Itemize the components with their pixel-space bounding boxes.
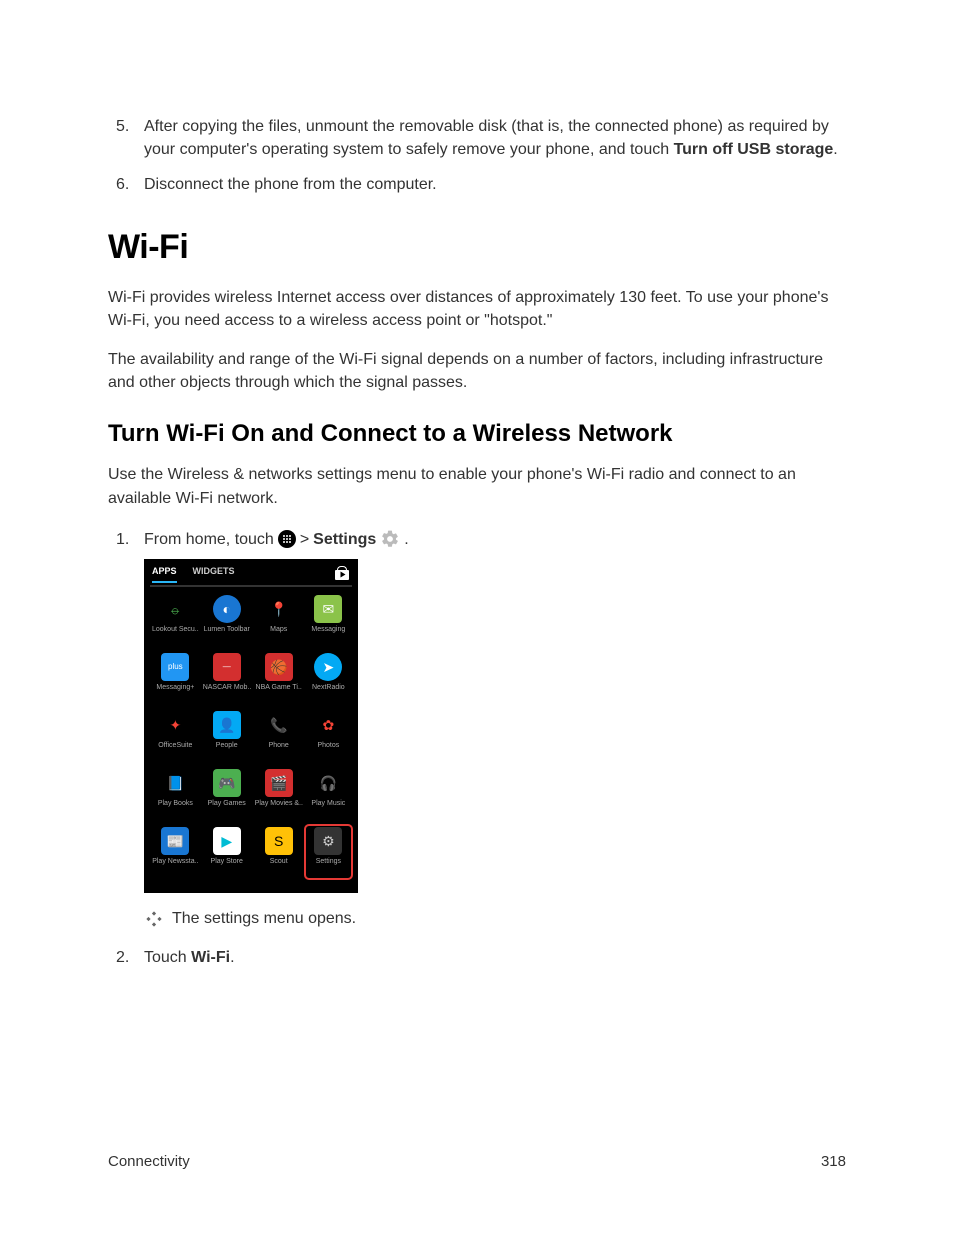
app-icon: 📘 <box>161 769 189 797</box>
app-label: Messaging <box>311 625 345 635</box>
app-label: Play Games <box>208 799 246 809</box>
phone-screenshot: APPS WIDGETS ⦵ Lookout Secu.. ◐ Lumen Toolb… <box>144 559 358 893</box>
num: 6. <box>116 173 129 196</box>
app-icon: 🏀 <box>265 653 293 681</box>
app-item: ➤ NextRadio <box>307 653 350 709</box>
para-wifi-1: Wi-Fi provides wireless Internet access … <box>108 286 846 332</box>
app-item: ⚙ Settings <box>304 824 353 880</box>
app-item: ✉ Messaging <box>307 595 350 651</box>
app-item: 🎬 Play Movies &.. <box>255 769 303 825</box>
app-icon: ✿ <box>314 711 342 739</box>
app-item: 📘 Play Books <box>152 769 199 825</box>
app-item: ⦵ Lookout Secu.. <box>152 595 199 651</box>
app-icon: ⦵ <box>161 595 189 623</box>
list-item-6: 6. Disconnect the phone from the compute… <box>108 173 846 196</box>
app-icon: plus <box>161 653 189 681</box>
app-item: plus Messaging+ <box>152 653 199 709</box>
post: . <box>833 141 837 158</box>
app-label: OfficeSuite <box>158 741 192 751</box>
app-item: 👤 People <box>203 711 251 767</box>
heading-wifi: Wi-Fi <box>108 223 846 272</box>
app-label: Play Movies &.. <box>255 799 303 809</box>
post: . <box>230 949 234 966</box>
footer-right: 318 <box>821 1153 846 1170</box>
app-label: Play Books <box>158 799 193 809</box>
app-label: Settings <box>316 857 341 867</box>
app-label: NASCAR Mob.. <box>203 683 251 693</box>
app-icon: 📍 <box>265 595 293 623</box>
app-label: Play Newssta.. <box>152 857 198 867</box>
app-label: Lumen Toolbar <box>204 625 250 635</box>
app-item: ◐ Lumen Toolbar <box>203 595 251 651</box>
step-1: 1. From home, touch > Settings <box>108 528 846 930</box>
text: Disconnect the phone from the computer. <box>144 176 437 193</box>
app-icon: 🎮 <box>213 769 241 797</box>
app-item: 📞 Phone <box>255 711 303 767</box>
app-label: NBA Game Ti.. <box>256 683 302 693</box>
app-item: ✦ OfficeSuite <box>152 711 199 767</box>
text-pre: From home, touch <box>144 528 274 551</box>
app-item: 🎧 Play Music <box>307 769 350 825</box>
app-icon: 🎬 <box>265 769 293 797</box>
app-item: ✿ Photos <box>307 711 350 767</box>
app-icon: 📰 <box>161 827 189 855</box>
app-item: ▶ Play Store <box>203 827 251 883</box>
step-2: 2. Touch Wi-Fi. <box>108 946 846 969</box>
heading-turn-wifi: Turn Wi-Fi On and Connect to a Wireless … <box>108 417 846 452</box>
tab-apps: APPS <box>152 565 177 583</box>
list-item-5: 5. After copying the files, unmount the … <box>108 115 846 161</box>
footer-left: Connectivity <box>108 1153 190 1170</box>
app-label: People <box>216 741 238 751</box>
app-icon: ◐ <box>213 595 241 623</box>
apps-grid: ⦵ Lookout Secu.. ◐ Lumen Toolbar 📍 Maps ✉ Messa… <box>150 587 352 883</box>
app-label: Play Music <box>311 799 345 809</box>
app-icon: ➤ <box>314 653 342 681</box>
app-item: S Scout <box>255 827 303 883</box>
app-label: Photos <box>317 741 339 751</box>
bold: Turn off USB storage <box>674 141 834 158</box>
app-icon: 🎧 <box>314 769 342 797</box>
gear-icon <box>380 529 400 549</box>
app-label: Maps <box>270 625 287 635</box>
app-icon: ✦ <box>161 711 189 739</box>
settings-label: Settings <box>313 528 376 551</box>
para-wifi-2: The availability and range of the Wi-Fi … <box>108 348 846 394</box>
app-item: 🎮 Play Games <box>203 769 251 825</box>
tab-widgets: WIDGETS <box>193 565 235 583</box>
app-label: Scout <box>270 857 288 867</box>
para-turn: Use the Wireless & networks settings men… <box>108 463 846 509</box>
app-icon: S <box>265 827 293 855</box>
app-item: 🏀 NBA Game Ti.. <box>255 653 303 709</box>
gt: > <box>300 528 309 551</box>
app-label: Lookout Secu.. <box>152 625 199 635</box>
app-label: Play Store <box>211 857 243 867</box>
period: . <box>404 528 408 551</box>
app-item: 📰 Play Newssta.. <box>152 827 199 883</box>
bold: Wi-Fi <box>191 949 230 966</box>
app-icon: ✉ <box>314 595 342 623</box>
app-icon: ⚙ <box>314 827 342 855</box>
app-icon: — <box>213 653 241 681</box>
apps-icon <box>278 530 296 548</box>
num: 5. <box>116 115 129 138</box>
app-label: Phone <box>269 741 289 751</box>
num: 2. <box>116 946 129 969</box>
app-icon: ▶ <box>213 827 241 855</box>
shop-icon <box>334 566 350 582</box>
diamond-icon <box>146 911 162 927</box>
text-pre: Touch <box>144 949 191 966</box>
app-item: 📍 Maps <box>255 595 303 651</box>
app-icon: 📞 <box>265 711 293 739</box>
note-text: The settings menu opens. <box>172 907 356 930</box>
app-label: Messaging+ <box>156 683 194 693</box>
num: 1. <box>116 528 129 551</box>
footer: Connectivity 318 <box>108 1153 846 1170</box>
phone-tabs: APPS WIDGETS <box>150 565 352 587</box>
app-label: NextRadio <box>312 683 345 693</box>
note-line: The settings menu opens. <box>144 907 846 930</box>
app-icon: 👤 <box>213 711 241 739</box>
app-item: — NASCAR Mob.. <box>203 653 251 709</box>
